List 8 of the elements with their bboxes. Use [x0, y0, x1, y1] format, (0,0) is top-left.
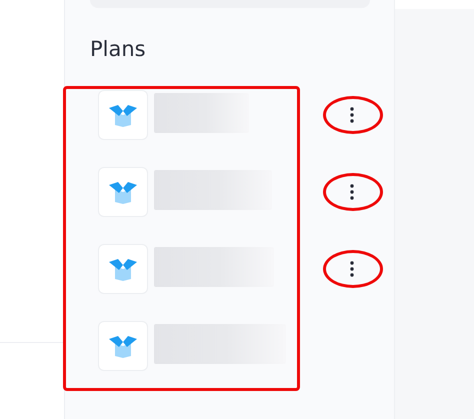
box-icon: [108, 180, 138, 204]
box-icon: [108, 257, 138, 281]
kebab-icon: [350, 261, 354, 277]
box-icon: [108, 334, 138, 358]
kebab-icon: [350, 184, 354, 200]
section-heading: Plans: [90, 36, 147, 62]
box-icon: [108, 103, 138, 127]
kebab-icon: [350, 107, 354, 123]
